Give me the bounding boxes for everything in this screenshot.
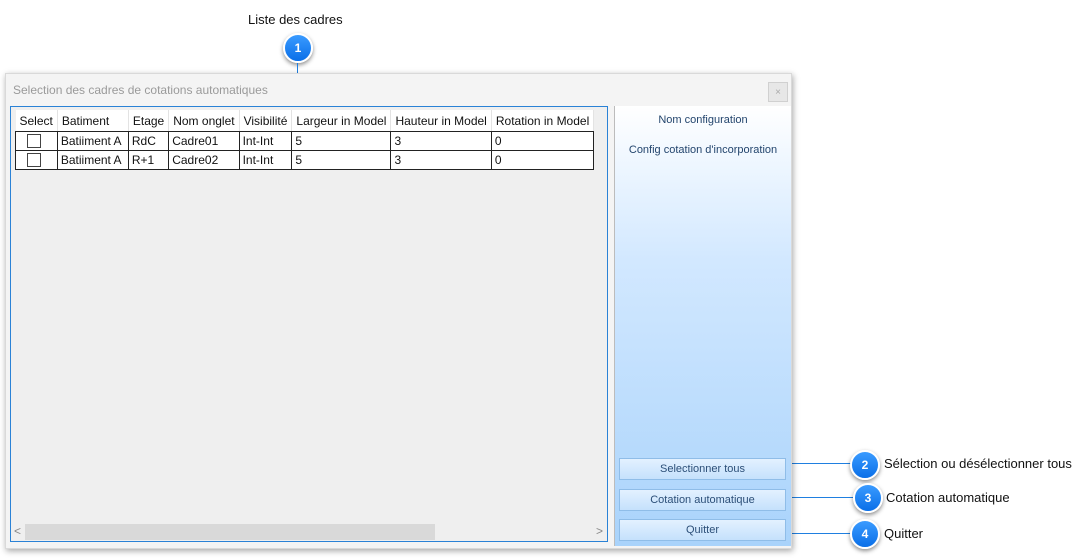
col-header-largeur[interactable]: Largeur in Model (291, 110, 392, 132)
col-header-etage[interactable]: Etage (128, 110, 170, 132)
col-header-select[interactable]: Select (15, 110, 58, 132)
cell-visibilite[interactable]: Int-Int (238, 150, 293, 170)
auto-dimension-button[interactable]: Cotation automatique (619, 489, 786, 511)
select-cell (15, 131, 58, 151)
callout-label-liste: Liste des cadres (248, 12, 343, 27)
select-all-button[interactable]: Selectionner tous (619, 458, 786, 480)
scroll-thumb[interactable] (25, 524, 435, 540)
col-header-nom-onglet[interactable]: Nom onglet (168, 110, 240, 132)
cell-largeur[interactable]: 5 (291, 131, 392, 151)
cell-batiment[interactable]: Batiiment A (56, 150, 129, 170)
cell-etage[interactable]: RdC (127, 131, 170, 151)
scroll-left-icon[interactable]: < (14, 524, 21, 538)
cell-largeur[interactable]: 5 (291, 150, 392, 170)
table-row[interactable]: Batiiment A R+1 Cadre02 Int-Int 5 3 0 (15, 150, 595, 170)
scroll-right-icon[interactable]: > (596, 524, 603, 538)
callout-line-3 (787, 497, 853, 498)
window-title: Selection des cadres de cotations automa… (13, 83, 268, 97)
cell-etage[interactable]: R+1 (127, 150, 170, 170)
close-button[interactable]: × (768, 82, 788, 102)
col-header-batiment[interactable]: Batiment (57, 110, 129, 132)
callout-label-select-all: Sélection ou désélectionner tous (884, 456, 1072, 471)
table-header-row: Select Batiment Etage Nom onglet Visibil… (15, 110, 595, 132)
table-row[interactable]: Batiiment A RdC Cadre01 Int-Int 5 3 0 (15, 131, 595, 151)
cell-hauteur[interactable]: 3 (390, 131, 492, 151)
cell-batiment[interactable]: Batiiment A (56, 131, 129, 151)
col-header-rotation[interactable]: Rotation in Model (491, 110, 595, 132)
config-value-label: Config cotation d'incorporation (628, 144, 778, 156)
cell-hauteur[interactable]: 3 (390, 150, 492, 170)
callout-line-4 (787, 533, 851, 534)
select-cell (15, 150, 58, 170)
callout-badge-3: 3 (853, 483, 883, 513)
config-name-label: Nom configuration (658, 114, 748, 126)
cell-rotation[interactable]: 0 (490, 150, 595, 170)
callout-badge-2: 2 (850, 450, 880, 480)
horizontal-scrollbar[interactable]: < > (11, 523, 607, 541)
cell-rotation[interactable]: 0 (490, 131, 595, 151)
quit-button[interactable]: Quitter (619, 519, 786, 541)
callout-badge-4: 4 (850, 519, 880, 549)
dialog-window: Selection des cadres de cotations automa… (5, 73, 792, 549)
cell-visibilite[interactable]: Int-Int (238, 131, 293, 151)
frames-grid: Select Batiment Etage Nom onglet Visibil… (10, 106, 608, 542)
select-checkbox[interactable] (27, 153, 41, 168)
side-panel: Nom configuration Config cotation d'inco… (614, 106, 791, 546)
cell-nom-onglet[interactable]: Cadre02 (168, 150, 240, 170)
callout-label-auto: Cotation automatique (886, 490, 1010, 505)
col-header-visibilite[interactable]: Visibilité (239, 110, 293, 132)
col-header-hauteur[interactable]: Hauteur in Model (390, 110, 492, 132)
frames-table: Select Batiment Etage Nom onglet Visibil… (15, 110, 595, 170)
callout-label-quit: Quitter (884, 526, 924, 541)
select-checkbox[interactable] (27, 134, 41, 149)
callout-line-2 (787, 463, 851, 464)
callout-badge-1: 1 (283, 33, 313, 63)
cell-nom-onglet[interactable]: Cadre01 (168, 131, 240, 151)
